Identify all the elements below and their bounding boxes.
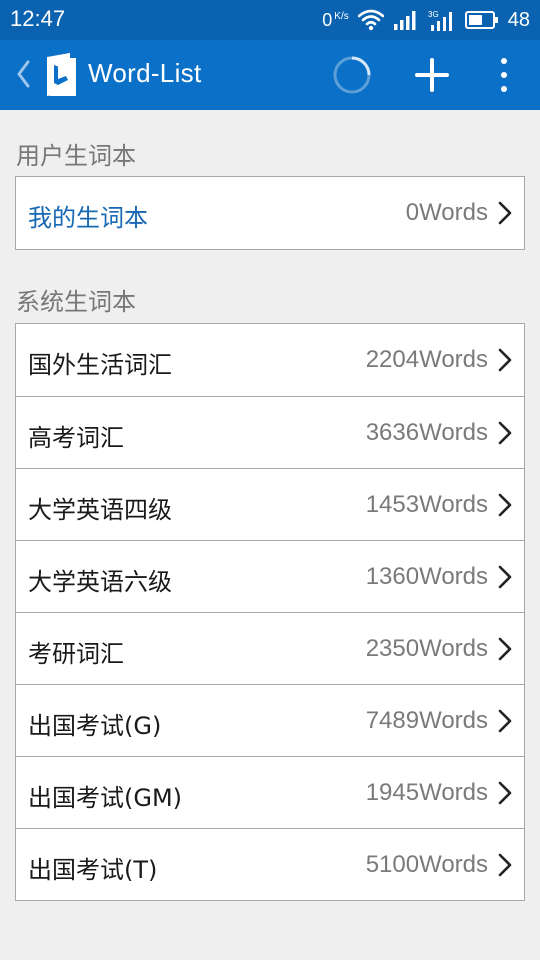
- chevron-right-icon: [498, 201, 512, 225]
- list-item-count: 0Words: [405, 199, 488, 226]
- list-item-count: 3636Words: [365, 419, 488, 446]
- signal-3g-icon: 3G: [428, 10, 452, 31]
- list-item[interactable]: 大学英语六级 1360Words: [16, 540, 524, 612]
- list-item[interactable]: 出国考试(GM) 1945Words: [16, 756, 524, 828]
- user-wordbook-list: 我的生词本 0Words: [15, 176, 525, 250]
- list-item-label: 出国考试(G): [28, 712, 162, 740]
- list-item[interactable]: 高考词汇 3636Words: [16, 396, 524, 468]
- app-bar: Word-List: [0, 40, 540, 110]
- chevron-right-icon: [498, 781, 512, 805]
- network-speed-value: 0: [322, 9, 333, 30]
- chevron-right-icon: [498, 348, 512, 372]
- list-item[interactable]: 出国考试(T) 5100Words: [16, 828, 524, 900]
- wifi-icon: [357, 9, 384, 31]
- battery-icon: [464, 11, 498, 29]
- list-item-label: 大学英语六级: [28, 568, 172, 596]
- system-wordbook-list: 国外生活词汇 2204Words 高考词汇 3636Words 大学英语四级 1…: [15, 323, 525, 901]
- list-item-count: 2204Words: [365, 346, 488, 373]
- loading-spinner-icon: [333, 56, 371, 94]
- chevron-right-icon: [498, 637, 512, 661]
- back-icon[interactable]: [14, 59, 32, 89]
- chevron-right-icon: [498, 853, 512, 877]
- chevron-right-icon: [498, 421, 512, 445]
- list-item-count: 1945Words: [365, 779, 488, 806]
- status-time: 12:47: [10, 6, 66, 31]
- list-item-my-wordbook[interactable]: 我的生词本 0Words: [16, 177, 524, 249]
- chevron-right-icon: [498, 493, 512, 517]
- list-item-count: 1453Words: [365, 491, 488, 518]
- bing-dictionary-logo-icon: [47, 53, 76, 96]
- list-item[interactable]: 考研词汇 2350Words: [16, 612, 524, 684]
- list-item-label: 高考词汇: [28, 424, 124, 452]
- list-item[interactable]: 大学英语四级 1453Words: [16, 468, 524, 540]
- more-options-icon[interactable]: [486, 55, 522, 95]
- network-speed: 0 K/s: [322, 10, 348, 31]
- list-item-count: 5100Words: [365, 851, 488, 878]
- list-item-label: 出国考试(GM): [28, 784, 183, 812]
- list-item-label: 我的生词本: [28, 204, 148, 232]
- network-speed-unit: K/s: [334, 10, 349, 22]
- list-item-label: 考研词汇: [28, 640, 124, 668]
- list-item-label: 大学英语四级: [28, 496, 172, 524]
- chevron-right-icon: [498, 565, 512, 589]
- signal-icon: [393, 11, 416, 30]
- list-item[interactable]: 国外生活词汇 2204Words: [16, 324, 524, 396]
- list-item-label: 出国考试(T): [28, 856, 158, 884]
- list-item-count: 7489Words: [365, 707, 488, 734]
- status-indicators: 0 K/s 3G 48: [322, 5, 530, 35]
- user-section-title: 用户生词本: [16, 142, 136, 170]
- list-item-count: 2350Words: [365, 635, 488, 662]
- chevron-right-icon: [498, 709, 512, 733]
- battery-level: 48: [507, 8, 530, 31]
- status-bar: 12:47 0 K/s 3G 48: [0, 0, 540, 40]
- list-item[interactable]: 出国考试(G) 7489Words: [16, 684, 524, 756]
- system-section-title: 系统生词本: [16, 288, 136, 316]
- app-title: Word-List: [88, 58, 202, 88]
- list-item-count: 1360Words: [365, 563, 488, 590]
- list-item-label: 国外生活词汇: [28, 351, 172, 379]
- svg-text:3G: 3G: [428, 10, 439, 19]
- add-button[interactable]: [410, 55, 454, 95]
